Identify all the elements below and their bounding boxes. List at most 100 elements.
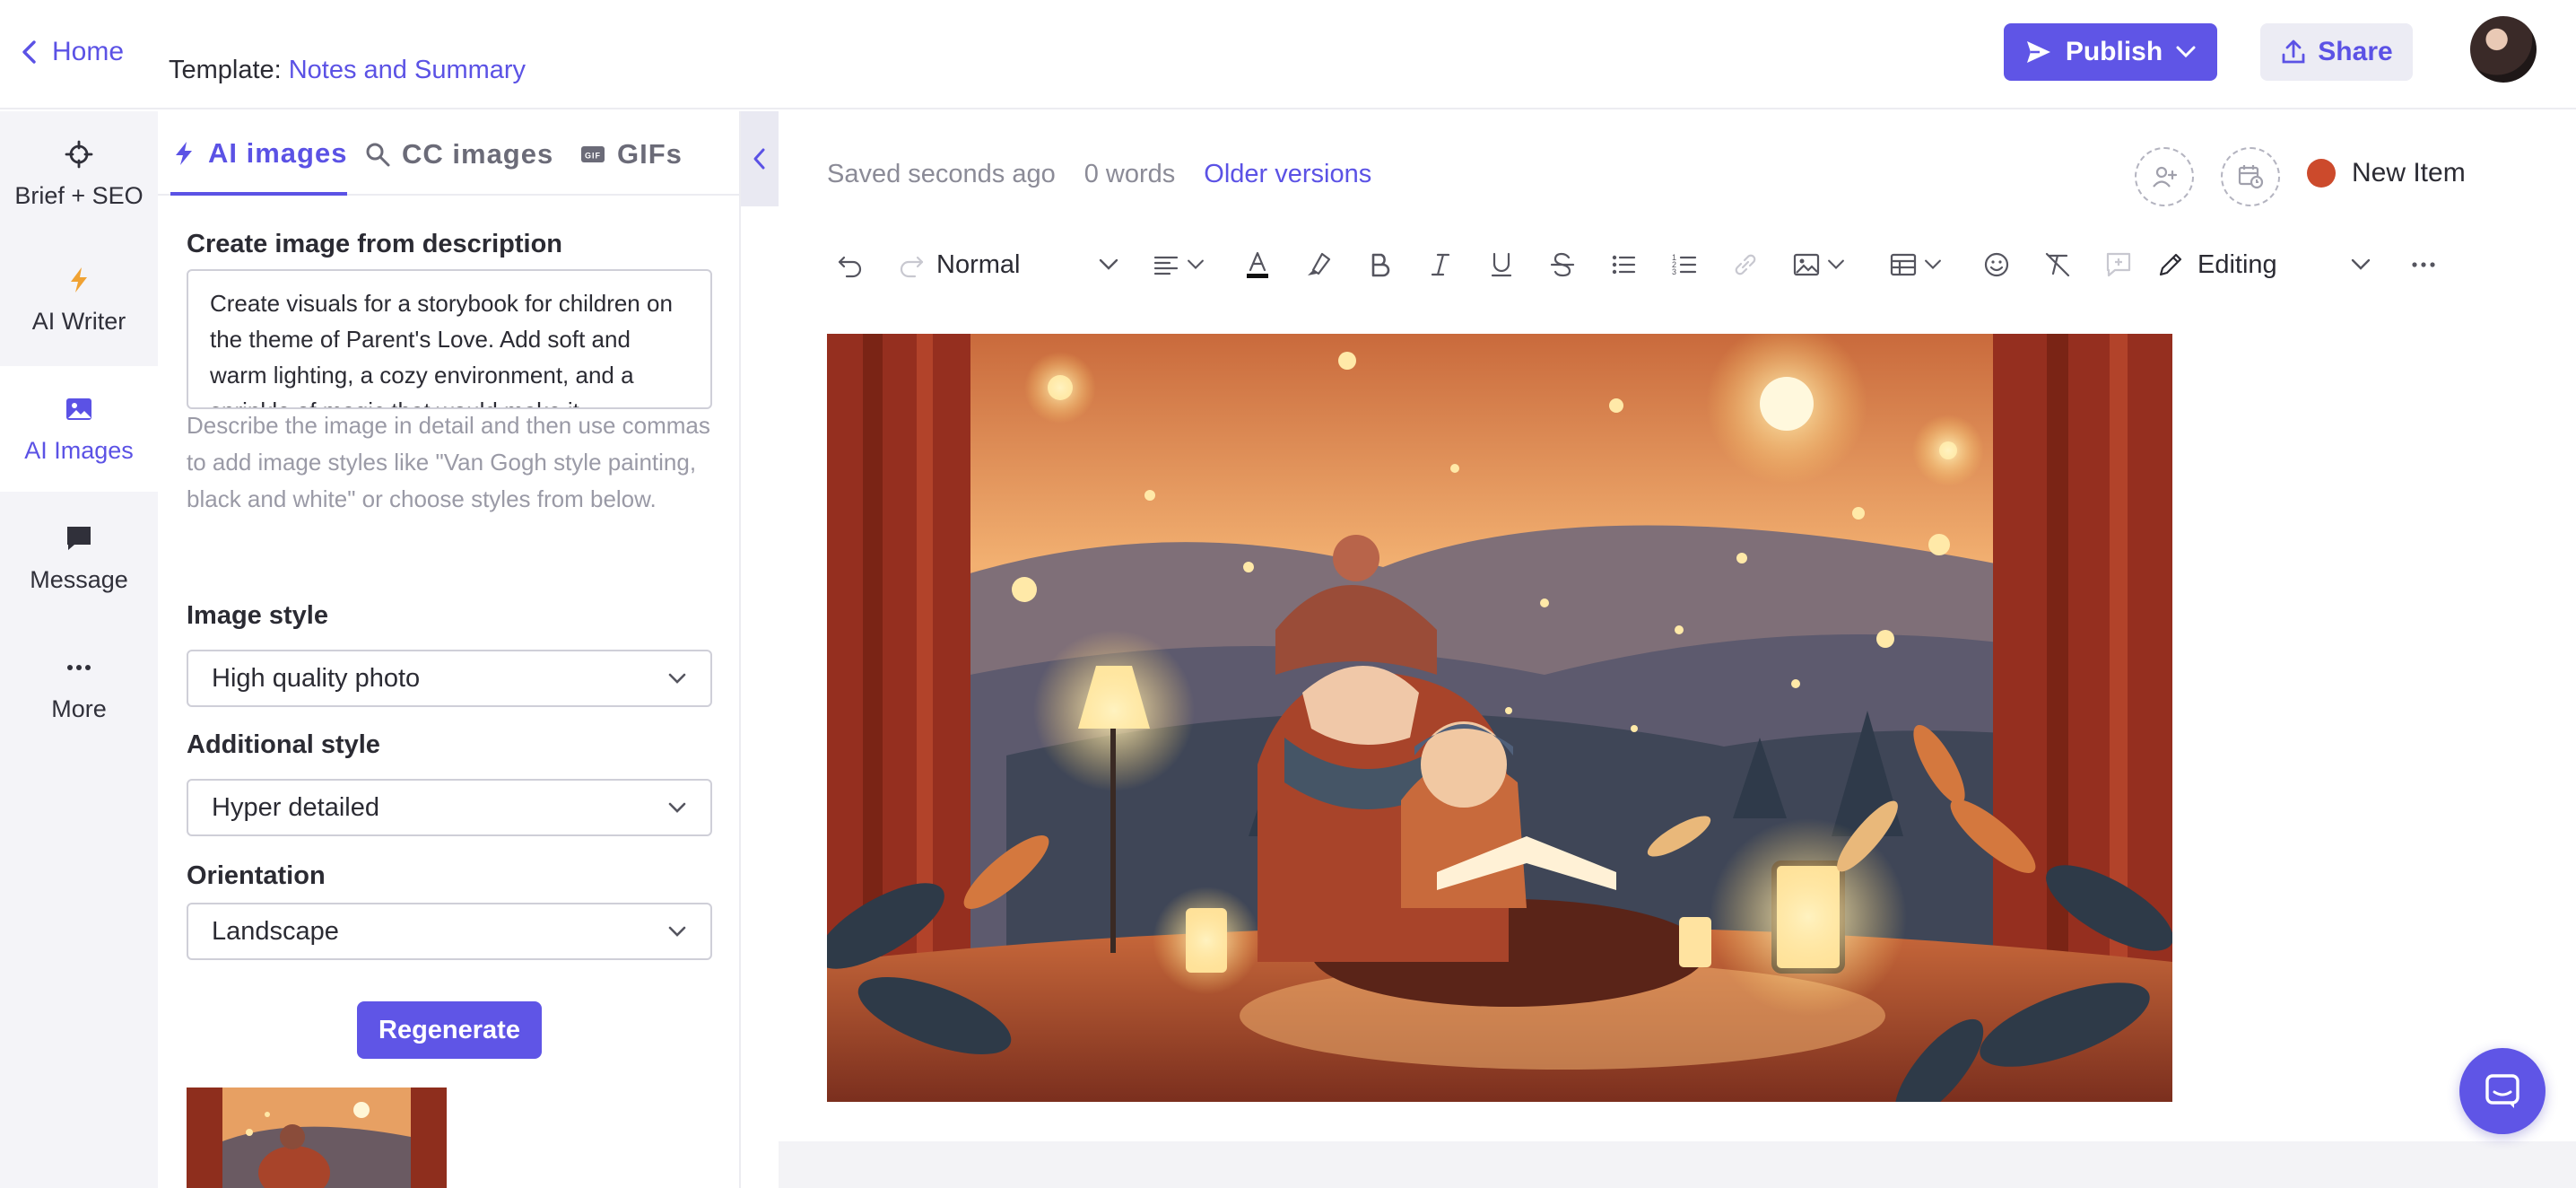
tab-cc-images[interactable]: CC images bbox=[364, 129, 553, 179]
smiley-icon bbox=[1984, 252, 2009, 277]
left-rail: Brief + SEO AI Writer AI Images Message … bbox=[0, 111, 158, 1188]
ai-images-panel: AI images CC images GIF GIFs Create imag… bbox=[158, 111, 741, 1188]
user-avatar[interactable] bbox=[2470, 16, 2537, 83]
top-bar: Home Template: Notes and Summary Publish… bbox=[0, 0, 2576, 109]
older-versions-link[interactable]: Older versions bbox=[1204, 160, 1371, 189]
link-button[interactable] bbox=[1722, 237, 1769, 293]
word-count: 0 words bbox=[1083, 160, 1176, 188]
send-icon bbox=[2026, 41, 2050, 63]
chevron-down-icon bbox=[2176, 46, 2196, 58]
tab-label: GIFs bbox=[617, 138, 683, 170]
highlight-button[interactable] bbox=[1295, 237, 1342, 293]
gif-icon: GIF bbox=[581, 146, 605, 162]
align-dropdown[interactable] bbox=[1143, 237, 1214, 293]
storybook-illustration bbox=[827, 334, 2172, 1102]
regenerate-button[interactable]: Regenerate bbox=[357, 1001, 542, 1059]
emoji-button[interactable] bbox=[1973, 237, 2020, 293]
rail-item-ai-writer[interactable]: AI Writer bbox=[0, 237, 158, 363]
text-color-button[interactable] bbox=[1234, 237, 1281, 293]
orientation-label: Orientation bbox=[187, 861, 326, 890]
numbered-list-icon: 123 bbox=[1672, 253, 1697, 276]
rail-item-ai-images[interactable]: AI Images bbox=[0, 366, 158, 492]
image-style-select[interactable]: High quality photo bbox=[187, 650, 712, 707]
share-label: Share bbox=[2318, 37, 2393, 66]
additional-style-value: Hyper detailed bbox=[212, 792, 379, 822]
description-help-text: Describe the image in detail and then us… bbox=[187, 412, 710, 512]
document-status: Saved seconds ago 0 words Older versions bbox=[827, 160, 1371, 189]
text-color-icon bbox=[1247, 251, 1268, 278]
strikethrough-icon bbox=[1550, 252, 1575, 277]
bullet-list-button[interactable] bbox=[1600, 237, 1647, 293]
chevron-down-icon bbox=[1925, 259, 1941, 269]
home-label: Home bbox=[52, 37, 125, 66]
crosshair-icon bbox=[65, 140, 93, 168]
generated-image[interactable] bbox=[827, 334, 2172, 1102]
status-selector[interactable]: New Item bbox=[2307, 158, 2466, 188]
rail-item-more[interactable]: More bbox=[0, 625, 158, 750]
tab-gifs[interactable]: GIF GIFs bbox=[579, 129, 683, 179]
editor-bottom-strip bbox=[779, 1141, 2576, 1188]
publish-label: Publish bbox=[2065, 37, 2163, 66]
search-icon bbox=[366, 143, 390, 167]
share-button[interactable]: Share bbox=[2260, 23, 2413, 81]
description-textarea[interactable]: Create visuals for a storybook for child… bbox=[187, 269, 712, 409]
redo-button[interactable] bbox=[888, 237, 935, 293]
underline-button[interactable] bbox=[1478, 237, 1525, 293]
insert-table-dropdown[interactable] bbox=[1878, 237, 1954, 293]
status-label: New Item bbox=[2352, 158, 2466, 188]
table-icon bbox=[1890, 253, 1917, 276]
text-style-dropdown[interactable]: Normal bbox=[936, 237, 1119, 293]
more-options-button[interactable] bbox=[2400, 237, 2447, 293]
chevron-left-icon bbox=[753, 148, 765, 170]
chevron-down-icon bbox=[668, 926, 686, 937]
schedule-button[interactable] bbox=[2221, 147, 2280, 206]
italic-button[interactable] bbox=[1417, 237, 1464, 293]
orientation-value: Landscape bbox=[212, 916, 339, 946]
editor-toolbar: Normal 123 Editing bbox=[811, 237, 2569, 293]
chevron-down-icon bbox=[1099, 258, 1118, 270]
support-chat-button[interactable] bbox=[2459, 1048, 2546, 1134]
template-name-link[interactable]: Notes and Summary bbox=[289, 56, 526, 85]
rail-label: More bbox=[51, 694, 107, 722]
chevron-down-icon bbox=[1188, 259, 1204, 269]
ellipsis-icon bbox=[2412, 262, 2435, 267]
text-style-value: Normal bbox=[936, 249, 1021, 279]
collapse-panel-button[interactable] bbox=[741, 111, 779, 206]
bolt-icon bbox=[71, 266, 87, 293]
insert-image-dropdown[interactable] bbox=[1783, 237, 1855, 293]
orientation-select[interactable]: Landscape bbox=[187, 903, 712, 960]
strikethrough-button[interactable] bbox=[1539, 237, 1586, 293]
image-style-value: High quality photo bbox=[212, 663, 421, 693]
underline-icon bbox=[1491, 252, 1512, 277]
publish-button[interactable]: Publish bbox=[2004, 23, 2217, 81]
home-link[interactable]: Home bbox=[20, 34, 124, 70]
tab-label: AI images bbox=[208, 137, 348, 169]
comment-button[interactable] bbox=[2095, 237, 2142, 293]
undo-icon bbox=[838, 256, 862, 278]
thumbnail-illustration bbox=[187, 1088, 447, 1188]
rail-item-brief-seo[interactable]: Brief + SEO bbox=[0, 111, 158, 237]
additional-style-select[interactable]: Hyper detailed bbox=[187, 779, 712, 836]
bullet-list-icon bbox=[1612, 255, 1636, 275]
chevron-down-icon bbox=[2351, 258, 2371, 270]
rail-label: Brief + SEO bbox=[14, 181, 144, 209]
generated-image-thumbnail[interactable] bbox=[187, 1088, 447, 1188]
rail-label: Message bbox=[30, 565, 128, 593]
chevron-down-icon bbox=[1828, 259, 1844, 269]
redo-icon bbox=[900, 256, 924, 278]
undo-button[interactable] bbox=[827, 237, 874, 293]
editing-mode-dropdown[interactable]: Editing bbox=[2156, 237, 2371, 293]
assign-user-button[interactable] bbox=[2135, 147, 2194, 206]
rail-item-message[interactable]: Message bbox=[0, 495, 158, 621]
clear-format-button[interactable] bbox=[2034, 237, 2081, 293]
tab-label: CC images bbox=[402, 138, 554, 170]
tab-ai-images[interactable]: AI images bbox=[170, 129, 348, 196]
chevron-down-icon bbox=[668, 673, 686, 684]
editor-area: Saved seconds ago 0 words Older versions… bbox=[779, 111, 2576, 1188]
description-label: Create image from description bbox=[187, 230, 562, 258]
saved-status: Saved seconds ago bbox=[827, 160, 1056, 188]
numbered-list-button[interactable]: 123 bbox=[1661, 237, 1708, 293]
calendar-clock-icon bbox=[2238, 165, 2264, 189]
bold-icon bbox=[1371, 253, 1390, 277]
bold-button[interactable] bbox=[1356, 237, 1403, 293]
